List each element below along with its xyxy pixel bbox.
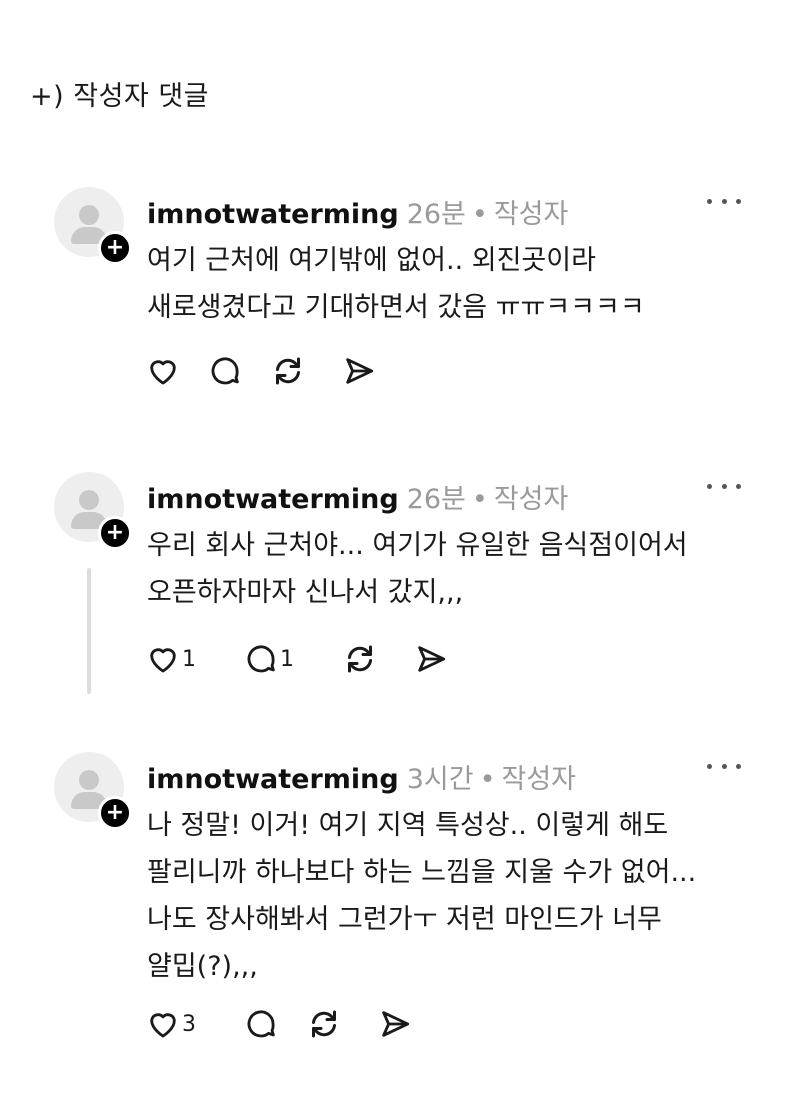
more-dots-icon[interactable] — [707, 191, 741, 211]
comment-line: 팔리니까 하나보다 하는 느낌을 지울 수가 없어... — [147, 857, 697, 888]
separator: • — [479, 764, 496, 795]
more-dots-icon[interactable] — [707, 476, 741, 496]
author-tag: 작성자 — [493, 199, 569, 230]
plus-icon[interactable]: + — [98, 231, 132, 265]
comment-line: 여기 근처에 여기밖에 없어.. 외진곳이라 — [147, 245, 596, 276]
comment-text: 우리 회사 근처야... 여기가 유일한 음식점이어서 오픈하자마자 신나서 갔… — [147, 522, 767, 616]
share-button[interactable] — [378, 1007, 412, 1041]
speech-bubble-icon — [247, 645, 275, 673]
repost-button[interactable] — [306, 1006, 342, 1042]
author-tag: 작성자 — [493, 484, 569, 515]
comment-line: 새로생겼다고 기대하면서 갔음 ㅠㅠㅋㅋㅋㅋ — [147, 292, 645, 323]
comment-actions: 1 1 — [146, 641, 484, 677]
speech-bubble-icon — [211, 357, 239, 385]
plus-icon[interactable]: + — [98, 796, 132, 830]
author-comment-note: +) 작성자 댓글 — [30, 81, 210, 112]
repost-icon — [276, 357, 300, 385]
heart-icon — [150, 360, 176, 385]
comment-line: 나도 장사해봐서 그런가ㅜ 저런 마인드가 너무 — [147, 904, 662, 935]
repost-button[interactable] — [342, 641, 378, 677]
send-icon — [382, 1011, 410, 1037]
share-button[interactable] — [342, 354, 376, 388]
separator: • — [471, 484, 488, 515]
like-button[interactable] — [146, 354, 176, 388]
send-icon — [418, 646, 446, 672]
send-icon — [346, 358, 374, 384]
plus-icon[interactable]: + — [98, 516, 132, 550]
separator: • — [471, 199, 488, 230]
comment-actions: 3 — [146, 1006, 448, 1042]
speech-bubble-icon — [247, 1010, 275, 1038]
timestamp: 3시간 — [406, 764, 474, 795]
avatar[interactable]: + — [54, 472, 132, 550]
heart-icon — [150, 648, 176, 673]
reply-button[interactable] — [244, 1007, 275, 1041]
comment-text: 여기 근처에 여기밖에 없어.. 외진곳이라 새로생겼다고 기대하면서 갔음 ㅠ… — [147, 237, 767, 331]
username[interactable]: imnotwaterming — [147, 484, 399, 515]
repost-icon — [312, 1010, 336, 1038]
comment-line: 우리 회사 근처야... 여기가 유일한 음식점이어서 — [147, 530, 688, 561]
username[interactable]: imnotwaterming — [147, 199, 399, 230]
timestamp: 26분 — [406, 199, 466, 230]
comment-meta: imnotwaterming 3시간 • 작성자 — [147, 757, 576, 796]
comment-actions — [146, 353, 412, 389]
repost-button[interactable] — [270, 353, 306, 389]
timestamp: 26분 — [406, 484, 466, 515]
like-count: 3 — [182, 1011, 196, 1037]
comment-line: 나 정말! 이거! 여기 지역 특성상.. 이렇게 해도 — [147, 810, 669, 841]
thread-line — [87, 568, 91, 694]
reply-button[interactable]: 1 — [244, 642, 294, 676]
comment-line: 얄밉(?),,, — [147, 951, 258, 982]
like-count: 1 — [182, 646, 196, 672]
comment-line: 오픈하자마자 신나서 갔지,,, — [147, 577, 464, 608]
share-button[interactable] — [414, 642, 448, 676]
like-button[interactable]: 3 — [146, 1007, 196, 1041]
reply-count: 1 — [280, 646, 294, 672]
avatar[interactable]: + — [54, 752, 132, 830]
heart-icon — [150, 1013, 176, 1038]
username[interactable]: imnotwaterming — [147, 764, 399, 795]
repost-icon — [348, 645, 372, 673]
avatar[interactable]: + — [54, 187, 132, 265]
comment-text: 나 정말! 이거! 여기 지역 특성상.. 이렇게 해도 팔리니까 하나보다 하… — [147, 802, 767, 990]
comment-meta: imnotwaterming 26분 • 작성자 — [147, 192, 568, 231]
author-tag: 작성자 — [501, 764, 577, 795]
like-button[interactable]: 1 — [146, 642, 196, 676]
more-dots-icon[interactable] — [707, 756, 741, 776]
reply-button[interactable] — [208, 354, 239, 388]
comment-meta: imnotwaterming 26분 • 작성자 — [147, 477, 568, 516]
